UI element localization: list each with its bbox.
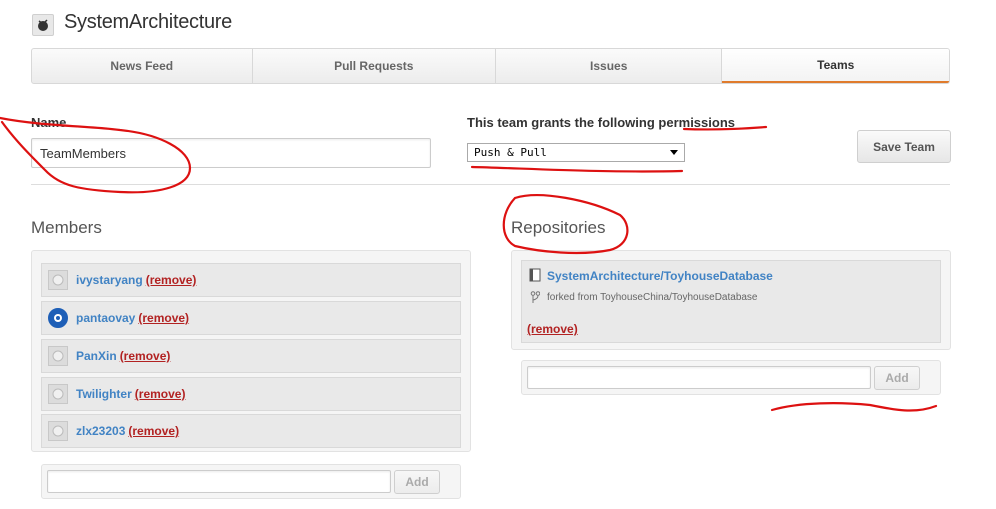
member-remove-link[interactable]: (remove) [120,349,171,363]
add-repo-button[interactable]: Add [874,366,920,390]
member-row: Twilighter (remove) [41,377,461,411]
book-icon [529,268,541,282]
repo-remove-link[interactable]: (remove) [527,322,578,336]
member-row: PanXin (remove) [41,339,461,373]
member-avatar [48,384,68,404]
annotation-underline-add-repo [770,402,938,412]
fork-icon [530,291,540,303]
member-remove-link[interactable]: (remove) [135,387,186,401]
member-custom-avatar-icon [54,314,62,322]
member-name[interactable]: Twilighter [76,387,132,401]
permission-select[interactable]: Push & Pull [467,143,685,162]
add-member-button[interactable]: Add [394,470,440,494]
member-remove-link[interactable]: (remove) [128,424,179,438]
tab-news-feed[interactable]: News Feed [32,49,253,83]
tab-bar: News Feed Pull Requests Issues Teams [31,48,950,84]
annotation-underline-select [470,165,684,173]
members-title: Members [31,218,102,237]
member-avatar [48,308,68,328]
members-panel: ivystaryang (remove) pantaovay (remove) … [31,250,471,452]
permissions-label: This team grants the following permissio… [467,115,735,130]
member-remove-link[interactable]: (remove) [138,311,189,325]
org-name[interactable]: SystemArchitecture [64,11,232,34]
github-octocat-icon [52,274,64,286]
member-row: pantaovay (remove) [41,301,461,335]
member-row: zlx23203 (remove) [41,414,461,448]
add-member-input[interactable] [47,470,391,493]
section-divider [31,184,950,185]
member-name[interactable]: PanXin [76,349,117,363]
caret-down-icon [670,150,678,155]
github-octocat-icon [52,350,64,362]
member-row: ivystaryang (remove) [41,263,461,297]
github-octocat-icon [52,425,64,437]
member-avatar [48,270,68,290]
repo-name-link[interactable]: SystemArchitecture/ToyhouseDatabase [547,269,773,283]
save-team-button[interactable]: Save Team [857,130,951,163]
permission-selected-value: Push & Pull [474,146,547,159]
repositories-title: Repositories [511,218,606,237]
org-logo-icon [38,19,48,31]
member-name[interactable]: ivystaryang [76,273,143,287]
name-label: Name [31,115,67,130]
member-name[interactable]: zlx23203 [76,424,125,438]
add-repo-input[interactable] [527,366,871,389]
member-name[interactable]: pantaovay [76,311,135,325]
team-name-input[interactable] [31,138,431,168]
member-avatar [48,421,68,441]
repo-fork-info: forked from ToyhouseChina/ToyhouseDataba… [547,292,758,303]
tab-issues[interactable]: Issues [496,49,723,83]
repo-item: SystemArchitecture/ToyhouseDatabase fork… [521,260,941,343]
member-remove-link[interactable]: (remove) [146,273,197,287]
org-avatar [32,14,54,36]
tab-pull-requests[interactable]: Pull Requests [253,49,496,83]
tab-teams[interactable]: Teams [722,49,949,83]
github-octocat-icon [52,388,64,400]
member-avatar [48,346,68,366]
